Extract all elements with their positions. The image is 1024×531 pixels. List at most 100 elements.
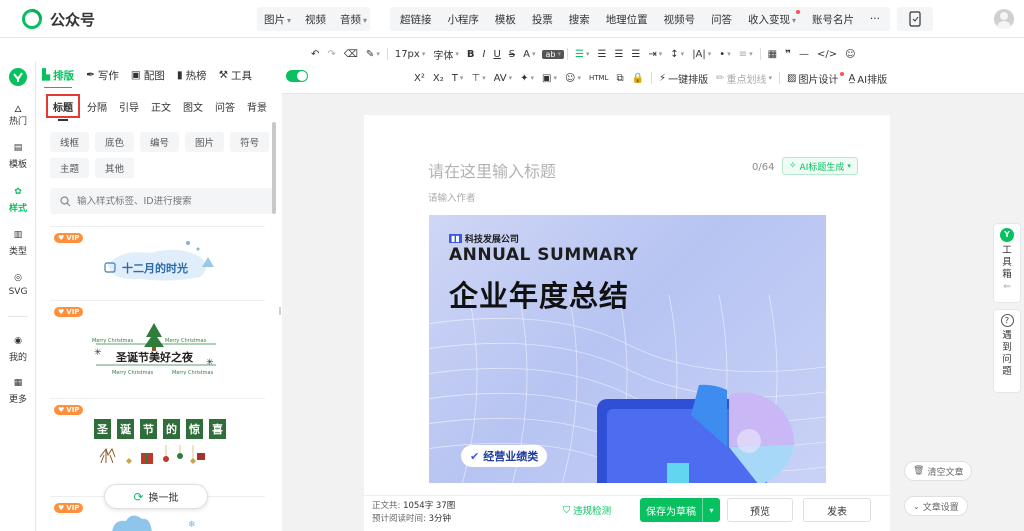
list-icon[interactable]: • (715, 49, 734, 60)
insert-more[interactable]: ··· (863, 13, 887, 25)
magic-wand-icon[interactable]: ✦ (516, 73, 538, 84)
insert-audio-menu[interactable]: 音频 (333, 12, 374, 27)
article-settings-button[interactable]: ⌄ 文章设置 (904, 496, 968, 516)
style-card[interactable]: ♥ VIP 十二月的时光 (50, 226, 265, 298)
highlight-line-button[interactable]: ✏ 重点划线 (712, 71, 776, 86)
underline-button[interactable]: U (489, 49, 504, 60)
help-button[interactable]: ? 遇 到 问 题 (993, 309, 1021, 393)
insert-qa[interactable]: 问答 (704, 12, 739, 27)
quote-icon[interactable]: ❞ (781, 49, 795, 60)
nav-type[interactable]: ▥ 类型 (0, 230, 36, 257)
insert-template[interactable]: 模板 (488, 12, 523, 27)
save-draft-button[interactable]: 保存为草稿 ▾ (640, 498, 720, 522)
image-design-button[interactable]: ▨ 图片设计 (783, 71, 842, 86)
line-height-icon[interactable]: ↕ (666, 49, 688, 60)
insert-miniprogram[interactable]: 小程序 (440, 12, 486, 27)
filter-chip[interactable]: 图片 (185, 132, 225, 152)
eraser-icon[interactable]: ⌫ (340, 49, 362, 60)
insert-location[interactable]: 地理位置 (599, 12, 655, 27)
insert-search[interactable]: 搜索 (562, 12, 597, 27)
insert-channels[interactable]: 视频号 (657, 12, 703, 27)
nav-mine[interactable]: ◉ 我的 (0, 336, 36, 363)
phone-preview-button[interactable] (897, 7, 933, 31)
compliance-check-button[interactable]: ⛉ 违规检测 (563, 503, 611, 518)
highlight-color-icon[interactable]: ab (542, 49, 564, 59)
filter-chip[interactable]: 符号 (230, 132, 270, 152)
style-search-input[interactable] (77, 195, 257, 207)
style-card[interactable]: ♥ VIP Merry Christmas Merry Christmas 圣诞节… (50, 300, 265, 396)
category-tab-background[interactable]: 背景 (242, 94, 272, 118)
ai-layout-button[interactable]: A̲ AI排版 (844, 71, 891, 86)
filter-chip[interactable]: 线框 (50, 132, 90, 152)
redo-icon[interactable]: ↷ (323, 49, 339, 60)
align-center-icon[interactable]: ☰ (593, 49, 610, 60)
filter-chip[interactable]: 其他 (95, 158, 135, 178)
paragraph-spacing-icon[interactable]: ⊤ (467, 73, 489, 84)
list-numbered-icon[interactable]: ≡ (735, 49, 757, 60)
align-right-icon[interactable]: ☰ (610, 49, 627, 60)
swap-batch-button[interactable]: ⟳ 换一批 (104, 484, 208, 509)
image-insert-icon[interactable]: ▣ (538, 73, 561, 84)
clear-article-button[interactable]: 🗑 清空文章 (904, 461, 973, 481)
strikethrough-button[interactable]: S (505, 49, 519, 60)
plugin-toggle[interactable] (286, 70, 308, 82)
plugin-tab-write[interactable]: ✒ 写作 (80, 62, 125, 88)
nav-template[interactable]: ▤ 模板 (0, 143, 36, 170)
italic-button[interactable]: I (478, 49, 489, 60)
divider-icon[interactable]: — (795, 49, 813, 60)
indent-icon[interactable]: ⇥ (644, 49, 666, 60)
plugin-tab-tools[interactable]: ⚒ 工具 (213, 62, 258, 88)
panel-scrollbar[interactable] (272, 122, 276, 214)
filter-chip[interactable]: 主题 (50, 158, 90, 178)
nav-more[interactable]: ▦ 更多 (0, 378, 36, 405)
insert-link[interactable]: 超链接 (393, 12, 439, 27)
filter-chip[interactable]: 编号 (140, 132, 180, 152)
bold-button[interactable]: B (463, 49, 479, 60)
category-tab-title[interactable]: 标题 (46, 94, 80, 121)
font-family-select[interactable]: 字体 (429, 47, 463, 62)
filter-chip[interactable]: 底色 (95, 132, 135, 152)
author-input[interactable]: 请输入作者 (428, 190, 476, 204)
one-key-layout-button[interactable]: ⚡ 一键排版 (655, 71, 712, 86)
title-input[interactable]: 请在这里输入标题 (428, 158, 556, 182)
table-icon[interactable]: ▦ (764, 49, 781, 60)
plugin-tab-image[interactable]: ▣ 配图 (125, 62, 171, 88)
char-spacing-icon[interactable]: AV (490, 73, 517, 84)
ai-title-button[interactable]: ✧ AI标题生成 ▾ (782, 157, 858, 175)
subscript-button[interactable]: X₂ (429, 73, 448, 84)
superscript-button[interactable]: X² (410, 73, 429, 84)
toolbox-button[interactable]: Y 工 具 箱 ⇐ (993, 223, 1021, 303)
format-painter-icon[interactable]: ✎ (362, 49, 384, 60)
align-left-icon[interactable]: ☰ (571, 49, 593, 60)
undo-icon[interactable]: ↶ (307, 49, 323, 60)
panel-collapse-handle[interactable]: ‖ (276, 306, 284, 324)
insert-image-menu[interactable]: 图片 (257, 12, 298, 27)
style-card[interactable]: ♥ VIP 圣 诞 节 的 惊 喜 (50, 398, 265, 494)
nav-svg[interactable]: ◎ SVG (0, 273, 36, 297)
category-tab-qa[interactable]: 问答 (210, 94, 240, 118)
font-color-button[interactable]: A (519, 49, 539, 60)
nav-style[interactable]: ✿ 样式 (0, 187, 36, 214)
insert-monetize-menu[interactable]: 收入变现 (741, 9, 803, 27)
insert-vote[interactable]: 投票 (525, 12, 560, 27)
chevron-down-icon[interactable]: ▾ (702, 498, 720, 522)
category-tab-imagetext[interactable]: 图文 (178, 94, 208, 118)
insert-video-menu[interactable]: 视频 (298, 12, 333, 27)
sticker-icon[interactable]: ☺ (561, 73, 585, 84)
category-tab-guide[interactable]: 引导 (114, 94, 144, 118)
letter-spacing-icon[interactable]: |A| (688, 49, 715, 60)
lock-icon[interactable]: 🔒 (628, 73, 648, 84)
avatar[interactable] (994, 9, 1014, 29)
html-icon[interactable]: HTML (585, 74, 612, 82)
align-justify-icon[interactable]: ☰ (627, 49, 644, 60)
category-tab-divider[interactable]: 分隔 (82, 94, 112, 118)
insert-account-card[interactable]: 账号名片 (805, 12, 861, 27)
font-size-select[interactable]: 17px (391, 49, 430, 60)
preview-button[interactable]: 预览 (727, 498, 793, 522)
copy-icon[interactable]: ⧉ (612, 73, 627, 84)
cover-image[interactable]: ▮▮ 科技发展公司 ANNUAL SUMMARY 企业年度总结 ✔ 经营业绩类 (429, 215, 826, 483)
publish-button[interactable]: 发表 (803, 498, 871, 522)
nav-hot[interactable]: 🜂 热门 (0, 100, 36, 127)
text-style-icon[interactable]: T (448, 73, 468, 84)
category-tab-body[interactable]: 正文 (146, 94, 176, 118)
